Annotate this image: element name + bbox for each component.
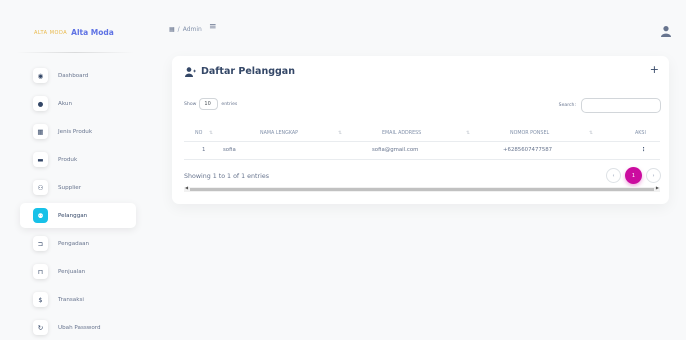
user-plus-icon bbox=[185, 66, 196, 77]
sidebar-item-label: Akun bbox=[58, 100, 72, 107]
table-info: Showing 1 to 1 of 1 entries bbox=[184, 173, 269, 180]
brand[interactable]: ALTA MODA Alta Moda bbox=[34, 28, 114, 37]
sidebar-item-label: Produk bbox=[58, 156, 78, 163]
cart-icon: ⊐ bbox=[33, 236, 48, 251]
show-label: Show bbox=[184, 101, 197, 107]
row-actions-menu-icon[interactable]: ⋮ bbox=[641, 147, 646, 153]
user-avatar-icon[interactable] bbox=[660, 25, 672, 37]
cell-ponsel: +6285607477587 bbox=[503, 147, 553, 153]
column-header-email[interactable]: EMAIL ADDRESS bbox=[382, 131, 421, 136]
search-input[interactable] bbox=[581, 98, 661, 113]
user-icon: ● bbox=[33, 96, 48, 111]
cell-nama: sofia bbox=[223, 147, 236, 153]
page-1-button[interactable]: 1 bbox=[625, 167, 642, 184]
sort-icon[interactable]: ⇅ bbox=[466, 131, 470, 136]
home-icon[interactable]: ▦ bbox=[169, 26, 175, 33]
scroll-left-arrow-icon[interactable]: ◀ bbox=[185, 185, 188, 190]
dashboard-icon: ◉ bbox=[33, 68, 48, 83]
table-row[interactable]: 1 sofia sofia@gmail.com +6285607477587 ⋮ bbox=[184, 144, 660, 158]
cash-register-icon: ⊓ bbox=[33, 264, 48, 279]
scrollbar-thumb[interactable] bbox=[190, 188, 654, 191]
sidebar-item-label: Transaksi bbox=[58, 296, 84, 303]
sidebar-item-ubah-password[interactable]: ↻ Ubah Password bbox=[20, 315, 136, 340]
sidebar-item-label: Supplier bbox=[58, 184, 82, 191]
sidebar-item-jenis-produk[interactable]: ▦ Jenis Produk bbox=[20, 119, 136, 144]
column-header-ponsel[interactable]: NOMOR PONSEL bbox=[510, 131, 549, 136]
entries-label: entries bbox=[221, 101, 238, 107]
card-header: Daftar Pelanggan bbox=[185, 66, 295, 77]
entries-length-control: Show 10 entries bbox=[184, 98, 237, 110]
cell-no: 1 bbox=[202, 147, 206, 153]
sidebar-item-label: Jenis Produk bbox=[58, 128, 93, 135]
column-header-no[interactable]: NO bbox=[195, 131, 202, 136]
sidebar: ALTA MODA Alta Moda ◉ Dashboard ● Akun ▦… bbox=[0, 0, 150, 340]
page-title: Daftar Pelanggan bbox=[201, 66, 295, 77]
sort-icon[interactable]: ⇅ bbox=[589, 131, 593, 136]
sidebar-item-dashboard[interactable]: ◉ Dashboard bbox=[20, 63, 136, 88]
sidebar-item-produk[interactable]: ▬ Produk bbox=[20, 147, 136, 172]
sidebar-item-label: Ubah Password bbox=[58, 324, 101, 331]
sidebar-item-pelanggan[interactable]: ⚉ Pelanggan bbox=[20, 203, 136, 228]
entries-select[interactable]: 10 bbox=[199, 98, 219, 110]
sidebar-item-akun[interactable]: ● Akun bbox=[20, 91, 136, 116]
column-header-nama-lengkap[interactable]: NAMA LENGKAP bbox=[260, 131, 298, 136]
sidebar-item-transaksi[interactable]: $ Transaksi bbox=[20, 287, 136, 312]
scroll-right-arrow-icon[interactable]: ▶ bbox=[656, 185, 659, 190]
breadcrumb-separator: / bbox=[177, 26, 180, 33]
horizontal-scrollbar[interactable]: ◀ ▶ bbox=[184, 185, 660, 192]
hamburger-menu-icon[interactable]: ≡ bbox=[209, 22, 217, 32]
sort-icon[interactable]: ⇅ bbox=[209, 131, 213, 136]
breadcrumb: ▦ / Admin bbox=[169, 26, 202, 33]
sidebar-divider bbox=[16, 52, 134, 53]
sidebar-item-supplier[interactable]: ⚇ Supplier bbox=[20, 175, 136, 200]
column-header-aksi: AKSI bbox=[635, 131, 646, 136]
sidebar-item-label: Pengadaan bbox=[58, 240, 90, 247]
add-customer-button[interactable]: + bbox=[650, 63, 659, 76]
brand-logo: ALTA MODA bbox=[34, 29, 68, 36]
sidebar-item-label: Penjualan bbox=[58, 268, 86, 275]
sidebar-item-pengadaan[interactable]: ⊐ Pengadaan bbox=[20, 231, 136, 256]
users-icon: ⚇ bbox=[33, 180, 48, 195]
sidebar-item-label: Dashboard bbox=[58, 72, 89, 79]
sidebar-item-penjualan[interactable]: ⊓ Penjualan bbox=[20, 259, 136, 284]
customer-list-card: Daftar Pelanggan + Show 10 entries Searc… bbox=[172, 56, 669, 204]
sidebar-item-label: Pelanggan bbox=[58, 212, 88, 219]
briefcase-icon: ▬ bbox=[33, 152, 48, 167]
dollar-icon: $ bbox=[33, 292, 48, 307]
table-icon: ▦ bbox=[33, 124, 48, 139]
user-plus-icon: ⚉ bbox=[33, 208, 48, 223]
pagination: ‹ 1 › bbox=[606, 167, 661, 184]
refresh-icon: ↻ bbox=[33, 320, 48, 335]
brand-name: Alta Moda bbox=[71, 28, 114, 37]
search-label: Search: bbox=[558, 103, 576, 108]
cell-email: sofia@gmail.com bbox=[372, 147, 419, 153]
row-divider bbox=[184, 159, 660, 160]
sidebar-nav: ◉ Dashboard ● Akun ▦ Jenis Produk ▬ Prod… bbox=[20, 63, 136, 340]
table-search: Search: bbox=[559, 98, 661, 113]
table-header: NO ⇅ NAMA LENGKAP ⇅ EMAIL ADDRESS ⇅ NOMO… bbox=[184, 128, 660, 142]
next-page-button[interactable]: › bbox=[646, 168, 661, 183]
sort-icon[interactable]: ⇅ bbox=[338, 131, 342, 136]
previous-page-button[interactable]: ‹ bbox=[606, 168, 621, 183]
breadcrumb-current: Admin bbox=[182, 26, 202, 33]
